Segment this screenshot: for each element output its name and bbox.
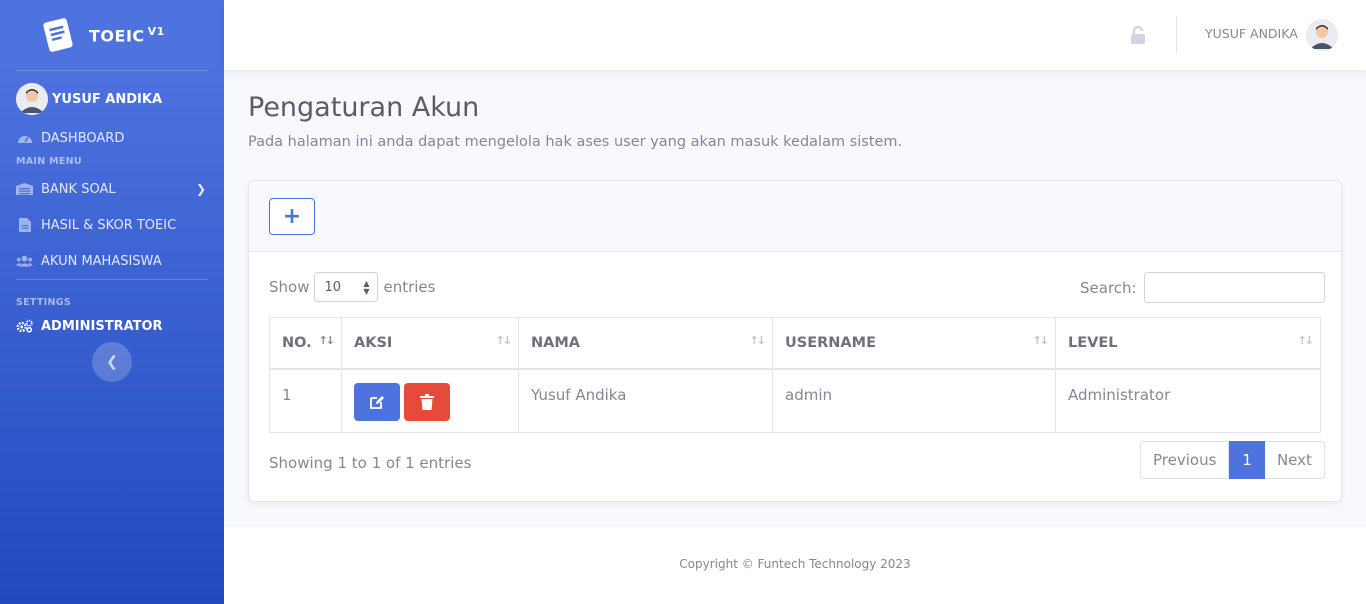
column-header-nama[interactable]: NAMA ↑↓ [518, 317, 773, 370]
sidebar-divider [16, 279, 208, 280]
sidebar-item-administrator[interactable]: ADMINISTRATOR [0, 308, 224, 344]
sidebar-item-label: ADMINISTRATOR [41, 318, 163, 334]
settings-heading: SETTINGS [16, 297, 72, 308]
book-icon [40, 17, 76, 53]
sidebar-item-hasil-skor[interactable]: HASIL & SKOR TOEIC [0, 207, 224, 243]
sort-icon: ↑↓ [1297, 334, 1315, 347]
file-icon [16, 218, 33, 232]
page-length-select[interactable]: 10 ▲ ▼ [314, 272, 379, 302]
cell-username: admin [772, 368, 1056, 433]
edit-icon [370, 395, 384, 409]
brand[interactable]: TOEIC V1 [0, 0, 224, 70]
sidebar-item-akun-mahasiswa[interactable]: AKUN MAHASISWA [0, 243, 224, 279]
sort-asc-icon: ↑↓ [318, 334, 336, 347]
column-header-aksi[interactable]: AKSI ↑↓ [341, 317, 519, 370]
cogs-icon [16, 319, 33, 333]
sidebar-item-label: BANK SOAL [41, 181, 116, 197]
brand-name: TOEIC V1 [89, 24, 165, 46]
sort-icon: ↑↓ [749, 334, 767, 347]
chevron-left-icon: ❮ [106, 354, 118, 370]
sidebar-item-dashboard[interactable]: DASHBOARD [0, 120, 224, 156]
sidebar-divider [16, 70, 208, 71]
sidebar-user[interactable]: YUSUF ANDIKA [0, 78, 224, 120]
entries-label: entries [383, 278, 436, 296]
table-info: Showing 1 to 1 of 1 entries [269, 454, 472, 472]
main-menu-heading: MAIN MENU [16, 156, 82, 167]
cell-actions [341, 368, 519, 433]
show-label: Show [269, 278, 310, 296]
brand-version: V1 [147, 24, 165, 38]
warehouse-icon [16, 182, 33, 196]
sort-icon: ↑↓ [1032, 334, 1050, 347]
sidebar: TOEIC V1 YUSUF ANDIKA DASHBOARD MAIN MENU… [0, 0, 224, 604]
previous-page-button[interactable]: Previous [1140, 441, 1230, 479]
search-control: Search: [1080, 272, 1325, 303]
next-page-button[interactable]: Next [1264, 441, 1325, 479]
sort-icon: ↑↓ [495, 334, 513, 347]
card-header: + [249, 181, 1341, 252]
search-input[interactable] [1143, 272, 1325, 303]
cell-no: 1 [269, 368, 342, 433]
sidebar-item-label: HASIL & SKOR TOEIC [41, 217, 177, 233]
sidebar-user-name: YUSUF ANDIKA [52, 91, 162, 107]
select-arrows-icon: ▲ ▼ [363, 279, 370, 296]
table-row: 1 Yusuf Andika admin Administrator [269, 368, 1321, 433]
cell-nama: Yusuf Andika [518, 368, 773, 433]
topbar-divider [1176, 16, 1177, 54]
topbar: YUSUF ANDIKA [224, 0, 1366, 70]
column-header-level[interactable]: LEVEL ↑↓ [1055, 317, 1321, 370]
page-title: Pengaturan Akun [248, 92, 480, 123]
sidebar-item-label: AKUN MAHASISWA [41, 253, 162, 269]
footer: Copyright © Funtech Technology 2023 [224, 527, 1366, 604]
avatar[interactable] [1306, 19, 1338, 51]
trash-icon [420, 393, 434, 410]
users-icon [16, 254, 33, 268]
table-header-row: NO. ↑↓ AKSI ↑↓ NAMA ↑↓ USERNAME ↑↓ LEVEL ↑↓ [269, 317, 1321, 370]
add-user-button[interactable]: + [269, 198, 315, 235]
chevron-right-icon: ❯ [195, 182, 206, 196]
column-header-username[interactable]: USERNAME ↑↓ [772, 317, 1056, 370]
topbar-user-name[interactable]: YUSUF ANDIKA [1205, 26, 1298, 41]
plus-icon: + [282, 204, 302, 229]
accounts-table: NO. ↑↓ AKSI ↑↓ NAMA ↑↓ USERNAME ↑↓ LEVEL ↑↓ 1… [269, 317, 1321, 433]
copyright-text: Copyright © Funtech Technology 2023 [679, 557, 911, 571]
sidebar-item-bank-soal[interactable]: BANK SOAL ❯ [0, 171, 224, 207]
pagination: Previous 1 Next [1140, 441, 1325, 479]
sidebar-toggle-button[interactable]: ❮ [92, 342, 132, 382]
page-length-value: 10 [324, 279, 342, 295]
lock-icon[interactable] [1130, 25, 1146, 44]
avatar [16, 83, 48, 115]
tachometer-icon [16, 131, 33, 145]
delete-button[interactable] [404, 382, 450, 421]
cell-level: Administrator [1055, 368, 1321, 433]
page-description: Pada halaman ini anda dapat mengelola ha… [248, 134, 903, 150]
page-length-control: Show 10 ▲ ▼ entries [269, 272, 435, 302]
page-1-button[interactable]: 1 [1229, 441, 1265, 479]
search-label: Search: [1080, 278, 1137, 297]
edit-button[interactable] [354, 382, 400, 421]
column-header-no[interactable]: NO. ↑↓ [269, 317, 342, 370]
sidebar-item-label: DASHBOARD [41, 130, 125, 146]
